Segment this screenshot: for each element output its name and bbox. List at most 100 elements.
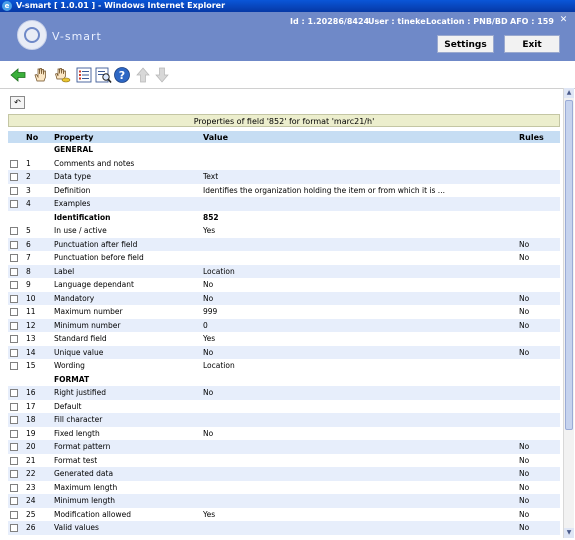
- row-checkbox[interactable]: [10, 335, 18, 344]
- undo-icon[interactable]: ↶: [10, 96, 25, 109]
- row-checkbox[interactable]: [10, 308, 18, 317]
- row-checkbox[interactable]: [10, 267, 18, 276]
- table-row[interactable]: 22 Generated data No: [8, 467, 560, 481]
- table-row[interactable]: 25 Modification allowed Yes No: [8, 507, 560, 521]
- row-checkbox[interactable]: [10, 186, 18, 195]
- row-property[interactable]: Valid values: [52, 521, 201, 535]
- row-checkbox-cell[interactable]: [8, 399, 24, 413]
- row-checkbox-cell[interactable]: [8, 413, 24, 427]
- exit-button[interactable]: Exit: [504, 35, 560, 53]
- row-property[interactable]: Maximum length: [52, 480, 201, 494]
- row-property[interactable]: Fixed length: [52, 426, 201, 440]
- table-row[interactable]: 1 Comments and notes: [8, 156, 560, 170]
- table-row[interactable]: 9 Language dependant No: [8, 278, 560, 292]
- row-checkbox-cell[interactable]: [8, 291, 24, 305]
- table-row[interactable]: 8 Label Location: [8, 264, 560, 278]
- hand-coins-icon[interactable]: [53, 66, 71, 84]
- row-property[interactable]: Right justified: [52, 386, 201, 400]
- row-property[interactable]: Punctuation before field: [52, 251, 201, 265]
- row-property[interactable]: Wording: [52, 359, 201, 373]
- row-checkbox[interactable]: [10, 227, 18, 236]
- close-icon[interactable]: ✕: [559, 16, 568, 25]
- table-row[interactable]: 20 Format pattern No: [8, 440, 560, 454]
- row-property[interactable]: Language dependant: [52, 278, 201, 292]
- row-checkbox[interactable]: [10, 294, 18, 303]
- row-checkbox-cell[interactable]: [8, 305, 24, 319]
- table-row[interactable]: 15 Wording Location: [8, 359, 560, 373]
- table-row[interactable]: 19 Fixed length No: [8, 426, 560, 440]
- row-checkbox-cell[interactable]: [8, 224, 24, 238]
- row-property[interactable]: Modification allowed: [52, 507, 201, 521]
- row-property[interactable]: Definition: [52, 183, 201, 197]
- row-checkbox-cell[interactable]: [8, 170, 24, 184]
- table-row[interactable]: 16 Right justified No: [8, 386, 560, 400]
- table-row[interactable]: 23 Maximum length No: [8, 480, 560, 494]
- row-checkbox[interactable]: [10, 254, 18, 263]
- search-list-icon[interactable]: [94, 66, 112, 84]
- row-checkbox[interactable]: [10, 173, 18, 182]
- row-checkbox[interactable]: [10, 483, 18, 492]
- row-checkbox[interactable]: [10, 159, 18, 168]
- scroll-thumb[interactable]: [565, 100, 573, 430]
- vertical-scrollbar[interactable]: ▲ ▼: [563, 88, 574, 538]
- settings-button[interactable]: Settings: [437, 35, 494, 53]
- row-checkbox[interactable]: [10, 429, 18, 438]
- row-checkbox-cell[interactable]: [8, 278, 24, 292]
- row-property[interactable]: Minimum length: [52, 494, 201, 508]
- row-property[interactable]: Format pattern: [52, 440, 201, 454]
- table-row[interactable]: 7 Punctuation before field No: [8, 251, 560, 265]
- row-checkbox[interactable]: [10, 402, 18, 411]
- row-checkbox-cell[interactable]: [8, 318, 24, 332]
- hand-select-icon[interactable]: [31, 66, 49, 84]
- row-checkbox-cell[interactable]: [8, 480, 24, 494]
- row-property[interactable]: Generated data: [52, 467, 201, 481]
- row-checkbox[interactable]: [10, 281, 18, 290]
- row-checkbox[interactable]: [10, 200, 18, 209]
- row-property[interactable]: Fill character: [52, 413, 201, 427]
- table-row[interactable]: 13 Standard field Yes: [8, 332, 560, 346]
- row-property[interactable]: Punctuation after field: [52, 237, 201, 251]
- row-checkbox-cell[interactable]: [8, 494, 24, 508]
- row-checkbox[interactable]: [10, 321, 18, 330]
- table-row[interactable]: 18 Fill character: [8, 413, 560, 427]
- row-checkbox-cell[interactable]: [8, 521, 24, 535]
- row-checkbox[interactable]: [10, 497, 18, 506]
- table-row[interactable]: 5 In use / active Yes: [8, 224, 560, 238]
- row-checkbox-cell[interactable]: [8, 453, 24, 467]
- row-checkbox-cell[interactable]: [8, 264, 24, 278]
- table-row[interactable]: 6 Punctuation after field No: [8, 237, 560, 251]
- row-checkbox-cell[interactable]: [8, 332, 24, 346]
- table-row[interactable]: 2 Data type Text: [8, 170, 560, 184]
- row-checkbox[interactable]: [10, 416, 18, 425]
- row-checkbox-cell[interactable]: [8, 507, 24, 521]
- table-row[interactable]: 4 Examples: [8, 197, 560, 211]
- table-row[interactable]: 11 Maximum number 999 No: [8, 305, 560, 319]
- row-checkbox[interactable]: [10, 456, 18, 465]
- table-row[interactable]: 26 Valid values No: [8, 521, 560, 535]
- list-details-icon[interactable]: [75, 66, 93, 84]
- row-property[interactable]: Standard field: [52, 332, 201, 346]
- row-checkbox[interactable]: [10, 240, 18, 249]
- scroll-down-icon[interactable]: ▼: [564, 528, 574, 538]
- row-checkbox[interactable]: [10, 362, 18, 371]
- table-row[interactable]: 24 Minimum length No: [8, 494, 560, 508]
- scroll-up-icon[interactable]: ▲: [564, 88, 574, 98]
- row-checkbox-cell[interactable]: [8, 345, 24, 359]
- table-row[interactable]: 10 Mandatory No No: [8, 291, 560, 305]
- row-checkbox-cell[interactable]: [8, 359, 24, 373]
- row-checkbox[interactable]: [10, 348, 18, 357]
- row-property[interactable]: Mandatory: [52, 291, 201, 305]
- row-checkbox[interactable]: [10, 443, 18, 452]
- row-checkbox-cell[interactable]: [8, 251, 24, 265]
- table-row[interactable]: 21 Format test No: [8, 453, 560, 467]
- table-row[interactable]: 3 Definition Identifies the organization h…: [8, 183, 560, 197]
- row-property[interactable]: Maximum number: [52, 305, 201, 319]
- row-property[interactable]: Examples: [52, 197, 201, 211]
- help-icon[interactable]: ?: [113, 66, 131, 84]
- row-property[interactable]: Default: [52, 399, 201, 413]
- row-checkbox[interactable]: [10, 389, 18, 398]
- row-property[interactable]: Format test: [52, 453, 201, 467]
- row-checkbox-cell[interactable]: [8, 183, 24, 197]
- row-checkbox[interactable]: [10, 524, 18, 533]
- row-property[interactable]: In use / active: [52, 224, 201, 238]
